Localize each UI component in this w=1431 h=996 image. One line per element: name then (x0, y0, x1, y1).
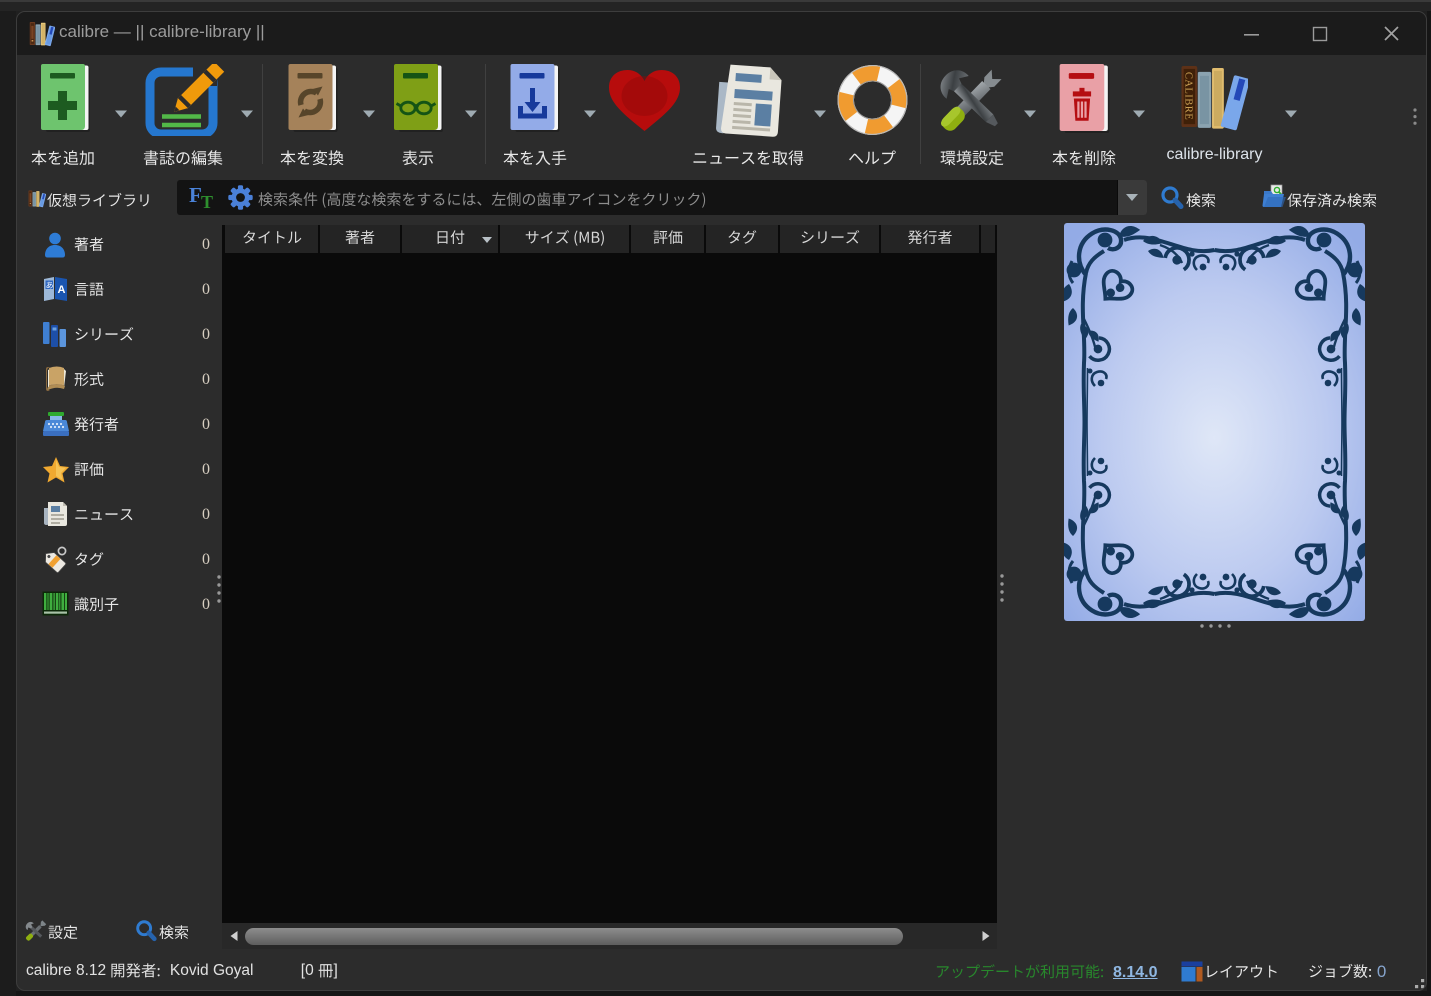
svg-text:A: A (58, 284, 66, 296)
svg-text:CALIBRE: CALIBRE (1182, 72, 1193, 120)
